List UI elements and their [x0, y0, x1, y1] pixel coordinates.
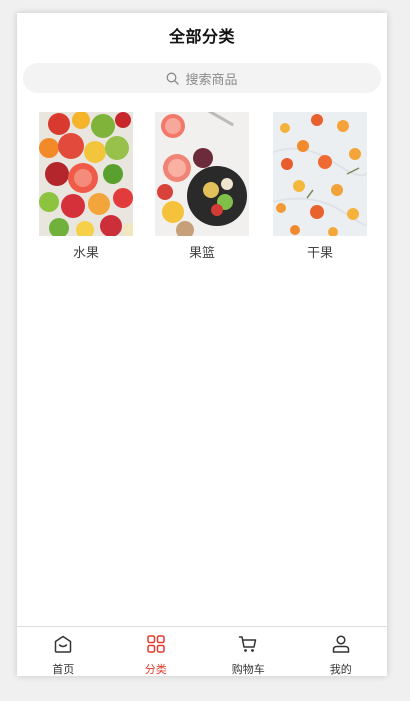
tab-label: 购物车: [231, 663, 265, 676]
search-icon: [166, 72, 180, 85]
category-item-fruit[interactable]: 水果: [39, 112, 133, 261]
tab-category[interactable]: 分类: [110, 627, 203, 676]
app-screen: 全部分类 搜索商品 水果 果篮 干果 首页 分类 购物车 我的: [17, 13, 387, 676]
cart-icon: [238, 634, 258, 658]
tab-label: 分类: [144, 663, 167, 676]
category-label: 水果: [72, 246, 99, 261]
category-label: 果篮: [188, 246, 215, 261]
fruit-image: [39, 112, 133, 236]
tab-label: 首页: [52, 663, 75, 676]
tab-cart[interactable]: 购物车: [202, 627, 295, 676]
home-icon: [53, 634, 73, 658]
page-title: 全部分类: [168, 27, 235, 46]
search-bar[interactable]: 搜索商品: [23, 63, 381, 93]
category-item-dried-fruit[interactable]: 干果: [273, 112, 367, 261]
tab-profile[interactable]: 我的: [295, 627, 388, 676]
bottom-tab-bar: 首页 分类 购物车 我的: [17, 626, 387, 676]
fruit-basket-image: [155, 112, 249, 236]
tab-home[interactable]: 首页: [17, 627, 110, 676]
tab-label: 我的: [329, 663, 352, 676]
nav-header: 全部分类: [17, 13, 387, 57]
user-icon: [331, 634, 351, 658]
category-label: 干果: [306, 246, 333, 261]
category-item-fruit-basket[interactable]: 果篮: [155, 112, 249, 261]
dried-fruit-image: [273, 112, 367, 236]
category-grid-icon: [146, 634, 166, 658]
search-placeholder: 搜索商品: [185, 72, 238, 88]
